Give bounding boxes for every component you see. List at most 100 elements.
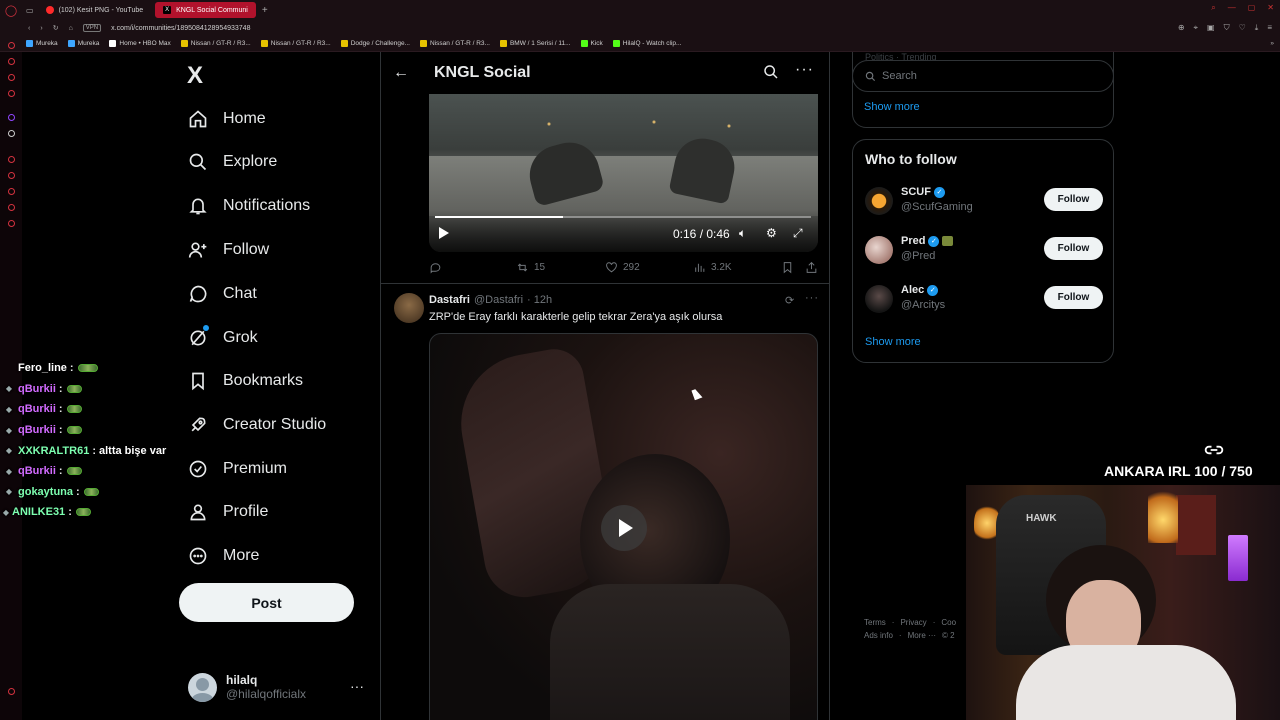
shield-icon[interactable]: ⛉ bbox=[1224, 23, 1230, 33]
search-box[interactable] bbox=[852, 60, 1114, 92]
footer-link-more[interactable]: More ··· bbox=[908, 631, 936, 640]
reload-icon[interactable]: ↻ bbox=[53, 24, 59, 32]
bookmark-item[interactable]: Mureka bbox=[67, 40, 99, 47]
community-timeline[interactable]: ← KNGL Social ··· 0:16 / 0:46 🔈︎ ⚙ ⤢ 15 … bbox=[380, 52, 830, 720]
footer-link-terms[interactable]: Terms bbox=[864, 618, 886, 627]
nav-profile[interactable]: Profile bbox=[187, 501, 268, 523]
post-author-handle[interactable]: @Dastafri bbox=[474, 294, 523, 306]
views-button[interactable]: 3.2K bbox=[693, 261, 732, 274]
opera-logo-icon[interactable]: ◯ bbox=[0, 0, 22, 20]
search-input[interactable] bbox=[882, 70, 1082, 82]
follow-button[interactable]: Follow bbox=[1044, 188, 1103, 211]
grok-explain-icon[interactable]: ⟳ bbox=[785, 294, 794, 307]
sidebar-app-icon[interactable] bbox=[8, 90, 15, 97]
sidebar-app-icon[interactable] bbox=[8, 42, 15, 49]
follow-suggestion[interactable]: Pred ✓ @Pred Follow bbox=[865, 234, 1105, 270]
search-tabs-icon[interactable]: ⌕ bbox=[1211, 3, 1215, 13]
pin-icon[interactable]: ⌖ bbox=[1194, 23, 1199, 33]
bookmark-item[interactable]: Kick bbox=[580, 40, 603, 47]
avatar[interactable] bbox=[394, 293, 424, 323]
follow-suggestion[interactable]: Alec ✓ @Arcitys Follow bbox=[865, 283, 1105, 319]
footer-link-ads[interactable]: Ads info bbox=[864, 631, 893, 640]
tab-switcher-icon[interactable]: ▭ bbox=[26, 6, 34, 15]
search-icon[interactable] bbox=[763, 64, 779, 85]
twitch-icon[interactable] bbox=[8, 114, 15, 121]
sidebar-app-icon[interactable] bbox=[8, 188, 15, 195]
share-button[interactable] bbox=[805, 261, 818, 274]
show-more-link[interactable]: Show more bbox=[864, 101, 920, 113]
footer-link-privacy[interactable]: Privacy bbox=[900, 618, 926, 627]
volume-icon[interactable]: 🔈︎ bbox=[739, 226, 746, 241]
download-icon[interactable]: ⤓ bbox=[1255, 23, 1259, 33]
tab-youtube[interactable]: (102) Kesit PNG - YouTube bbox=[38, 2, 152, 18]
minimize-icon[interactable]: — bbox=[1228, 3, 1236, 13]
close-icon[interactable]: ✕ bbox=[1267, 3, 1274, 13]
follow-suggestion[interactable]: SCUF ✓ @ScufGaming Follow bbox=[865, 185, 1105, 221]
vpn-badge[interactable]: VPN bbox=[82, 24, 102, 32]
bookmark-icon[interactable]: ♡ bbox=[1239, 23, 1246, 33]
tab-kngl-social[interactable]: X KNGL Social Communi bbox=[155, 2, 256, 18]
nav-home[interactable]: Home bbox=[187, 108, 266, 130]
account-menu-icon[interactable]: ··· bbox=[350, 678, 364, 694]
show-more-link[interactable]: Show more bbox=[865, 336, 921, 348]
sidebar-app-icon[interactable] bbox=[8, 156, 15, 163]
x-sidebar-icon[interactable] bbox=[8, 130, 15, 137]
nav-bookmarks[interactable]: Bookmarks bbox=[187, 370, 303, 392]
more-options-icon[interactable]: ··· bbox=[805, 292, 819, 304]
account-switcher[interactable]: hilalq @hilalqofficialx ··· bbox=[188, 670, 368, 704]
follow-button[interactable]: Follow bbox=[1044, 237, 1103, 260]
sidebar-app-icon[interactable] bbox=[8, 172, 15, 179]
post-card[interactable]: Dastafri @Dastafri · 12h ⟳ ··· ZRP'de Er… bbox=[381, 284, 829, 720]
home-icon[interactable]: ⌂ bbox=[69, 25, 73, 32]
bookmark-item[interactable]: Nissan / GT-R / R3... bbox=[260, 40, 331, 47]
nav-grok[interactable]: Grok bbox=[187, 325, 258, 349]
bookmark-item[interactable]: Dodge / Challenge... bbox=[340, 40, 410, 47]
nav-premium[interactable]: Premium bbox=[187, 458, 287, 480]
avatar[interactable] bbox=[865, 187, 893, 215]
forward-icon[interactable]: › bbox=[40, 25, 42, 32]
snapshot-icon[interactable]: ▣ bbox=[1207, 23, 1215, 33]
bookmark-item[interactable]: HilalQ - Watch clip... bbox=[612, 40, 681, 47]
post-time[interactable]: · 12h bbox=[527, 294, 552, 306]
video-player[interactable] bbox=[429, 333, 818, 720]
play-button[interactable] bbox=[601, 505, 647, 551]
video-player[interactable]: 0:16 / 0:46 🔈︎ ⚙ ⤢ bbox=[429, 94, 818, 252]
repost-button[interactable]: 15 bbox=[516, 261, 545, 274]
settings-gear-icon[interactable]: ⚙ bbox=[766, 226, 777, 240]
more-options-icon[interactable]: ··· bbox=[795, 61, 814, 79]
menu-icon[interactable]: ≡ bbox=[1267, 23, 1272, 33]
avatar[interactable] bbox=[865, 236, 893, 264]
url-field[interactable]: x.com/i/communities/1895084128954933748 bbox=[111, 25, 250, 32]
footer-link-cookies[interactable]: Coo bbox=[941, 618, 956, 627]
like-button[interactable]: 292 bbox=[605, 261, 640, 274]
bookmark-item[interactable]: Home • HBO Max bbox=[109, 40, 171, 47]
nav-notifications[interactable]: Notifications bbox=[187, 195, 310, 217]
fullscreen-icon[interactable]: ⤢ bbox=[793, 226, 803, 241]
sidebar-app-icon[interactable] bbox=[8, 58, 15, 65]
bookmarks-more-icon[interactable]: » bbox=[1270, 40, 1274, 47]
nav-explore[interactable]: Explore bbox=[187, 151, 277, 173]
nav-follow[interactable]: Follow bbox=[187, 239, 269, 261]
new-tab-icon[interactable]: + bbox=[262, 5, 268, 16]
zoom-icon[interactable]: ⊕ bbox=[1178, 23, 1185, 33]
back-arrow-icon[interactable]: ← bbox=[393, 64, 409, 82]
nav-chat[interactable]: Chat bbox=[187, 283, 257, 305]
nav-more[interactable]: More bbox=[187, 545, 259, 567]
nav-creator-studio[interactable]: Creator Studio bbox=[187, 414, 326, 436]
avatar[interactable] bbox=[865, 285, 893, 313]
bookmark-button[interactable] bbox=[781, 261, 794, 274]
back-icon[interactable]: ‹ bbox=[28, 25, 30, 32]
bookmark-item[interactable]: Nissan / GT-R / R3... bbox=[180, 40, 251, 47]
post-button[interactable]: Post bbox=[179, 583, 354, 622]
sidebar-app-icon[interactable] bbox=[8, 220, 15, 227]
bookmark-item[interactable]: BMW / 1 Serisi / 11... bbox=[499, 40, 571, 47]
x-logo[interactable]: X bbox=[187, 62, 203, 90]
follow-button[interactable]: Follow bbox=[1044, 286, 1103, 309]
maximize-icon[interactable]: ▢ bbox=[1248, 3, 1256, 13]
bookmark-item[interactable]: Nissan / GT-R / R3... bbox=[419, 40, 490, 47]
reply-button[interactable] bbox=[429, 261, 447, 274]
sidebar-app-icon[interactable] bbox=[8, 74, 15, 81]
play-icon[interactable] bbox=[439, 227, 449, 239]
sidebar-app-icon[interactable] bbox=[8, 204, 15, 211]
sidebar-app-icon[interactable] bbox=[8, 688, 15, 695]
